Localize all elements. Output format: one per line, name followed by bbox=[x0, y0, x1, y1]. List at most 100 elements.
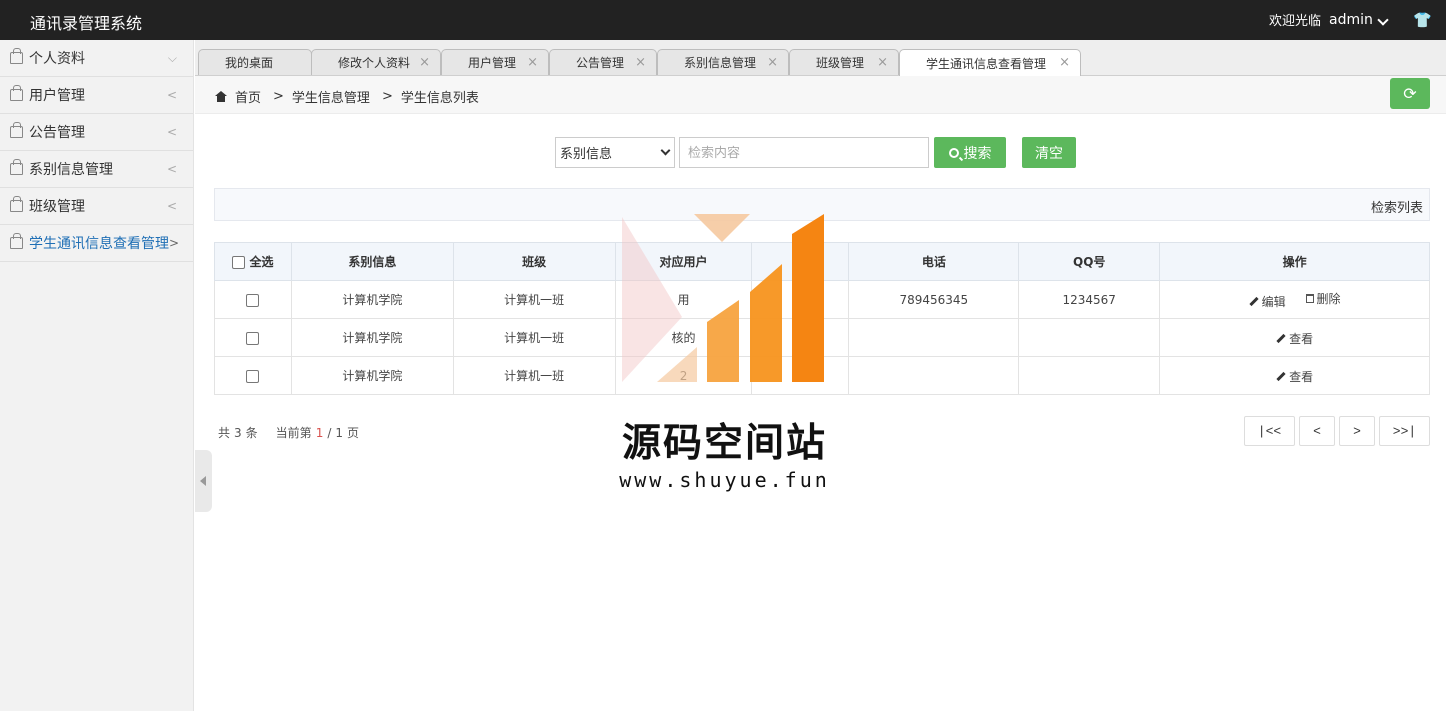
tab-label: 班级管理 bbox=[816, 56, 865, 70]
cell-class: 计算机一班 bbox=[452, 318, 616, 357]
edit-button[interactable]: 编辑 bbox=[1249, 293, 1286, 310]
close-icon[interactable]: × bbox=[767, 55, 778, 70]
tab-department-management[interactable]: 系别信息管理 × bbox=[657, 49, 789, 75]
breadcrumb-home[interactable]: 首页 bbox=[235, 87, 261, 106]
refresh-button[interactable]: ⟳ bbox=[1390, 78, 1430, 109]
breadcrumb-level1[interactable]: 学生信息管理 bbox=[292, 87, 370, 106]
sidebar-item-student-contacts[interactable]: 学生通讯信息查看管理 > bbox=[0, 225, 193, 262]
cell-class: 计算机一班 bbox=[452, 280, 616, 319]
cell-qq bbox=[1018, 356, 1161, 395]
last-page-button[interactable]: >>| bbox=[1379, 416, 1430, 446]
sidebar-item-users[interactable]: 用户管理 < bbox=[0, 77, 193, 114]
field-select[interactable]: 系别信息 bbox=[555, 137, 675, 168]
cell-dept: 计算机学院 bbox=[290, 356, 454, 395]
edit-label: 编辑 bbox=[1261, 294, 1286, 309]
user-menu[interactable]: admin bbox=[1329, 12, 1389, 28]
tab-user-management[interactable]: 用户管理 × bbox=[441, 49, 549, 75]
home-icon bbox=[215, 91, 227, 102]
tab-label: 我的桌面 bbox=[225, 56, 274, 70]
sidebar-item-classes[interactable]: 班级管理 < bbox=[0, 188, 193, 225]
welcome-text: 欢迎光临 bbox=[1268, 14, 1321, 29]
breadcrumb-level2: 学生信息列表 bbox=[400, 91, 479, 106]
list-panel-heading: 检索列表 bbox=[214, 188, 1430, 221]
cell-name: 李 bbox=[751, 280, 850, 319]
breadcrumb-bar: 首页 > 学生信息管理 > 学生信息列表 ⟳ bbox=[195, 76, 1446, 114]
sidebar-item-label: 公告管理 bbox=[29, 125, 85, 141]
app-title: 通讯录管理系统 bbox=[30, 14, 143, 33]
close-icon[interactable]: × bbox=[635, 55, 646, 70]
table-row: 计算机学院 计算机一班 2 1 查看 bbox=[214, 356, 1430, 395]
bag-icon bbox=[10, 233, 23, 249]
student-table: 全选 系别信息 班级 对应用户 名 电话 QQ号 操作 计算机学院 计算机一班 … bbox=[214, 242, 1430, 395]
page-slash: / bbox=[327, 425, 332, 440]
user-area: 欢迎光临 admin 👕 bbox=[1268, 10, 1432, 30]
tab-notice-management[interactable]: 公告管理 × bbox=[549, 49, 657, 75]
tab-label: 公告管理 bbox=[576, 56, 625, 70]
pencil-icon bbox=[1276, 371, 1286, 381]
tab-student-contacts[interactable]: 学生通讯信息查看管理 × bbox=[899, 49, 1081, 76]
watermark-text: 源码空间站 bbox=[621, 421, 827, 466]
cell-actions: 查看 bbox=[1159, 356, 1430, 395]
cell-actions: 查看 bbox=[1159, 318, 1430, 357]
top-header: 通讯录管理系统 欢迎光临 admin 👕 bbox=[0, 0, 1446, 40]
tshirt-icon[interactable]: 👕 bbox=[1413, 11, 1432, 29]
tab-edit-profile[interactable]: 修改个人资料 × bbox=[311, 49, 441, 75]
watermark-url: www.shuyue.fun bbox=[619, 468, 830, 492]
delete-button[interactable]: 删除 bbox=[1305, 290, 1341, 307]
bag-icon bbox=[10, 196, 23, 212]
first-page-button[interactable]: |<< bbox=[1244, 416, 1295, 446]
column-header: 班级 bbox=[452, 242, 616, 281]
cell-class: 计算机一班 bbox=[452, 356, 616, 395]
column-header: 电话 bbox=[848, 242, 1020, 281]
total-prefix: 共 bbox=[218, 426, 231, 440]
table-row: 计算机学院 计算机一班 用 李 789456345 1234567 编辑 删除 bbox=[214, 280, 1430, 319]
tab-label: 学生通讯信息查看管理 bbox=[926, 56, 1047, 71]
sidebar-item-label: 学生通讯信息查看管理 bbox=[29, 236, 169, 252]
close-icon[interactable]: × bbox=[1059, 55, 1070, 70]
row-checkbox[interactable] bbox=[246, 369, 260, 383]
sidebar-item-label: 班级管理 bbox=[29, 199, 85, 215]
panel-title: 检索列表 bbox=[1370, 201, 1423, 216]
row-checkbox[interactable] bbox=[246, 331, 260, 345]
tab-class-management[interactable]: 班级管理 × bbox=[789, 49, 899, 75]
close-icon[interactable]: × bbox=[877, 55, 888, 70]
search-button[interactable]: 搜索 bbox=[934, 137, 1006, 168]
cell-qq bbox=[1018, 318, 1161, 357]
breadcrumb: 首页 > 学生信息管理 > 学生信息列表 bbox=[215, 87, 479, 106]
sidebar-collapse-handle[interactable] bbox=[195, 450, 212, 512]
view-button[interactable]: 查看 bbox=[1276, 368, 1313, 385]
chevron-down-icon: ⌵ bbox=[167, 50, 177, 65]
column-header: QQ号 bbox=[1018, 242, 1161, 281]
row-checkbox[interactable] bbox=[246, 293, 260, 307]
search-row: 系别信息 搜索 清空 bbox=[555, 137, 1076, 168]
close-icon[interactable]: × bbox=[527, 55, 538, 70]
pencil-icon bbox=[1276, 333, 1286, 343]
refresh-icon: ⟳ bbox=[1403, 84, 1417, 103]
field-select-wrap: 系别信息 bbox=[555, 137, 675, 168]
row-select-cell bbox=[214, 318, 292, 357]
sidebar-item-departments[interactable]: 系别信息管理 < bbox=[0, 151, 193, 188]
tab-bar: 我的桌面 修改个人资料 × 用户管理 × 公告管理 × 系别信息管理 × 班级管… bbox=[195, 40, 1446, 76]
prev-page-button[interactable]: < bbox=[1299, 416, 1335, 446]
view-button[interactable]: 查看 bbox=[1276, 330, 1313, 347]
clear-button[interactable]: 清空 bbox=[1022, 137, 1076, 168]
delete-label: 删除 bbox=[1316, 291, 1341, 306]
search-button-label: 搜索 bbox=[963, 144, 992, 161]
chevron-left-icon: < bbox=[166, 88, 177, 102]
pager-info: 共 3 条 当前第 1 / 1 页 bbox=[218, 424, 359, 441]
select-all-header[interactable]: 全选 bbox=[214, 242, 292, 281]
next-page-button[interactable]: > bbox=[1339, 416, 1375, 446]
tab-label: 系别信息管理 bbox=[684, 56, 757, 70]
chevron-right-icon: > bbox=[168, 236, 179, 250]
column-header: 对应用户 bbox=[614, 242, 753, 281]
sidebar-item-notices[interactable]: 公告管理 < bbox=[0, 114, 193, 151]
sidebar-item-profile[interactable]: 个人资料 ⌵ bbox=[0, 40, 193, 77]
search-icon bbox=[948, 147, 959, 158]
tab-label: 修改个人资料 bbox=[338, 56, 411, 70]
page-suffix: 页 bbox=[347, 426, 360, 440]
close-icon[interactable]: × bbox=[419, 55, 430, 70]
search-input[interactable] bbox=[679, 137, 929, 168]
chevron-left-icon: < bbox=[166, 162, 177, 176]
select-all-checkbox[interactable] bbox=[232, 256, 246, 269]
tab-desktop[interactable]: 我的桌面 bbox=[198, 49, 312, 75]
